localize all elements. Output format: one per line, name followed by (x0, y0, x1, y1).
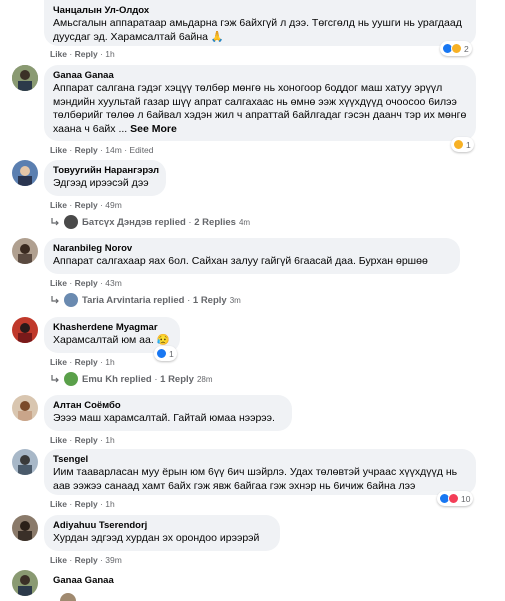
reactions-summary[interactable]: 2 (440, 41, 472, 56)
comment-author[interactable]: Ganaa Ganaa (53, 69, 467, 82)
reply-link[interactable]: Reply (75, 200, 98, 210)
like-link[interactable]: Like (50, 49, 67, 59)
avatar[interactable] (12, 317, 38, 343)
comment-bubble: Чанцалын Ул-Олдох Амьсгалын аппаратаар а… (44, 0, 476, 46)
reply-avatar (64, 372, 78, 386)
comment-author[interactable]: Алтан Соёмбо (53, 399, 283, 412)
reply-avatar (64, 215, 78, 229)
replies-time: 3m (229, 295, 241, 305)
comment-author[interactable]: Khasherdene Myagmar (53, 321, 171, 334)
comment-actions: Like · Reply · 49m (50, 200, 122, 210)
comment-author[interactable]: Tsengel (53, 453, 467, 466)
comment-author[interactable]: Товуугийн Нарангэрэл (53, 164, 159, 177)
comment-text: Амьсгалын аппаратаар амьдарна гэж 6айхгү… (53, 17, 462, 43)
comment-actions: Like · Reply · 1h (50, 49, 115, 59)
avatar[interactable] (12, 570, 38, 596)
edited-label: Edited (129, 145, 154, 155)
like-link[interactable]: Like (50, 499, 67, 509)
comment-bubble: Алтан Соёмбо Ээээ маш харамсалтай. Гайта… (44, 395, 292, 431)
reply-link[interactable]: Reply (75, 555, 98, 565)
reactions-summary[interactable]: 1 (451, 137, 474, 152)
haha-reaction-icon (451, 43, 462, 54)
avatar[interactable] (12, 395, 38, 421)
replies-count[interactable]: 2 Replies (194, 217, 236, 228)
reply-arrow-icon (51, 218, 59, 226)
comment-time[interactable]: 43m (105, 278, 122, 288)
avatar[interactable] (12, 65, 38, 91)
replied-by: Taria Arvintaria replied (82, 294, 185, 306)
comment-time[interactable]: 1h (105, 499, 114, 509)
avatar[interactable] (12, 160, 38, 186)
replies-count[interactable]: 1 Reply (193, 295, 227, 306)
comment-actions: Like · Reply · 39m (50, 555, 122, 565)
reaction-count: 1 (466, 139, 471, 150)
comment-time[interactable]: 49m (105, 200, 122, 210)
reply-link[interactable]: Reply (75, 278, 98, 288)
comment-bubble: Adiyahuu Tserendorj Хурдан эдгээд хурдан… (44, 515, 280, 551)
comment-time[interactable]: 14m (105, 145, 122, 155)
comment-bubble: Ganaa Ganaa Аппарат салгана гэдэг хэцүү … (44, 65, 476, 141)
like-link[interactable]: Like (50, 200, 67, 210)
reaction-count: 10 (461, 493, 471, 504)
comment-time[interactable]: 39m (105, 555, 122, 565)
like-link[interactable]: Like (50, 555, 67, 565)
replies-count[interactable]: 1 Reply (160, 374, 194, 385)
like-link[interactable]: Like (50, 145, 67, 155)
like-link[interactable]: Like (50, 278, 67, 288)
avatar[interactable] (12, 238, 38, 264)
reaction-count: 2 (464, 43, 469, 54)
comment-text: Хурдан эдгээд хурдан эх орондоо ирээрэй (53, 532, 260, 544)
comment-text: Эдгээд ирээсэй дээ (53, 177, 149, 189)
view-replies-link[interactable]: Taria Arvintaria replied · 1 Reply 3m (50, 293, 241, 307)
like-link[interactable]: Like (50, 435, 67, 445)
like-link[interactable]: Like (50, 357, 67, 367)
reply-link[interactable]: Reply (75, 145, 98, 155)
comment-actions: Like · Reply · 1h (50, 435, 115, 445)
view-replies-link[interactable]: Батсүх Дэндэв replied · 2 Replies 4m (50, 215, 250, 229)
reply-link[interactable]: Reply (75, 435, 98, 445)
reply-arrow-icon (51, 375, 59, 383)
reply-avatar (64, 293, 78, 307)
replies-time: 28m (196, 374, 213, 384)
comment-bubble: Товуугийн Нарангэрэл Эдгээд ирээсэй дээ (44, 160, 166, 196)
view-replies-link[interactable]: Emu Kh replied · 1 Reply 28m (50, 372, 213, 386)
avatar[interactable] (12, 449, 38, 475)
love-reaction-icon (448, 493, 459, 504)
reply-link[interactable]: Reply (75, 49, 98, 59)
reply-link[interactable]: Reply (75, 499, 98, 509)
comment-actions: Like · Reply · 43m (50, 278, 122, 288)
comment-actions: Like · Reply · 1h (50, 357, 115, 367)
comment-author[interactable]: Ganaa Ganaa (53, 574, 471, 587)
comment-bubble: Ganaa Ganaa (44, 570, 480, 601)
comment-author[interactable]: Adiyahuu Tserendorj (53, 519, 271, 532)
like-reaction-icon (156, 348, 167, 359)
comment-actions: Like · Reply · 1h (50, 499, 115, 509)
comment-bubble: Tsengel Иим тааварласан муу ёрын юм 6үү … (44, 449, 476, 495)
sad-reaction-icon (453, 139, 464, 150)
reactions-summary[interactable]: 10 (437, 491, 474, 506)
reply-arrow-icon (51, 296, 59, 304)
comment-text: Харамсалтай юм аа. 😥 (53, 334, 170, 346)
comment-text: Аппарат салгахаар яах 6ол. Сайхан залуу … (53, 255, 428, 267)
reaction-count: 1 (169, 348, 174, 359)
comment-time[interactable]: 1h (105, 435, 114, 445)
comment-author[interactable]: Чанцалын Ул-Олдох (53, 4, 467, 17)
reactions-summary[interactable]: 1 (154, 346, 177, 361)
see-more-link[interactable]: See More (130, 123, 177, 135)
comment-author[interactable]: Naranbileg Norov (53, 242, 451, 255)
reply-link[interactable]: Reply (75, 357, 98, 367)
comment-bubble: Naranbileg Norov Аппарат салгахаар яах 6… (44, 238, 460, 274)
avatar[interactable] (12, 515, 38, 541)
comment-text: Аппарат салгана гэдэг хэцүү төлбөр мөнгө… (53, 82, 467, 135)
comment-time[interactable]: 1h (105, 49, 114, 59)
replied-by: Emu Kh replied (82, 373, 152, 385)
comment-time[interactable]: 1h (105, 357, 114, 367)
replies-time: 4m (238, 217, 251, 227)
replied-by: Батсүх Дэндэв replied (82, 216, 186, 228)
comment-actions: Like · Reply · 14m · Edited (50, 145, 154, 155)
comment-text: Иим тааварласан муу ёрын юм 6үү 6ич шэйр… (53, 466, 458, 492)
comment-text: Ээээ маш харамсалтай. Гайтай юмаа нээрээ… (53, 412, 275, 424)
